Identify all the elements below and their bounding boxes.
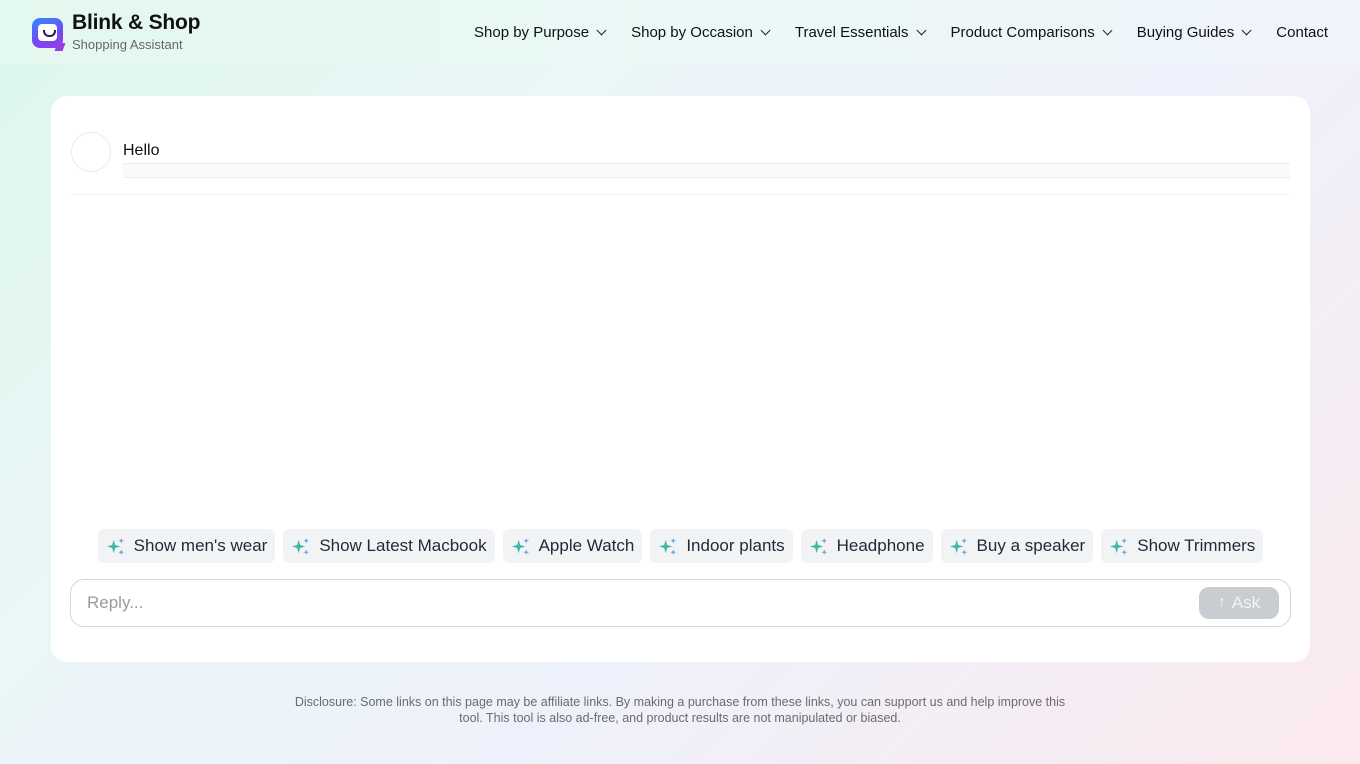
nav-contact[interactable]: Contact (1276, 24, 1328, 41)
sparkles-icon (809, 537, 827, 555)
nav-buying-guides[interactable]: Buying Guides (1136, 23, 1252, 41)
chip-label: Headphone (836, 536, 925, 555)
suggestion-chip[interactable]: Show Trimmers (1101, 529, 1264, 563)
chip-label: Indoor plants (686, 536, 785, 555)
chevron-down-icon (916, 25, 926, 35)
suggestion-chip[interactable]: Apple Watch (502, 529, 643, 563)
message-text: Hello (123, 142, 160, 159)
nav-product-comparisons[interactable]: Product Comparisons (950, 23, 1113, 41)
sparkles-icon (949, 537, 967, 555)
brand-title: Blink & Shop (72, 11, 201, 34)
sparkles-icon (511, 537, 529, 555)
suggestion-chips: Show men's wear Show Latest Macbook Appl… (51, 529, 1310, 563)
suggestion-chip[interactable]: Show men's wear (97, 529, 276, 563)
chevron-down-icon (1241, 25, 1252, 35)
chip-label: Show men's wear (133, 536, 268, 555)
reply-input[interactable] (87, 593, 1199, 613)
suggestion-chip[interactable]: Show Latest Macbook (283, 529, 495, 563)
suggestion-chip[interactable]: Buy a speaker (940, 529, 1094, 563)
nav-label: Contact (1276, 23, 1328, 41)
brand[interactable]: Blink & Shop Shopping Assistant (32, 11, 200, 53)
nav-label: Travel Essentials (794, 23, 909, 41)
logo-icon (32, 18, 66, 51)
message-placeholder-bar (123, 163, 1290, 178)
nav-shop-by-purpose[interactable]: Shop by Purpose (474, 23, 607, 41)
chat-card: Hello Show men's wear Show Latest Macboo… (51, 96, 1310, 662)
chevron-down-icon (1102, 25, 1113, 35)
ask-button[interactable]: ↑ Ask (1199, 587, 1279, 619)
nav-label: Shop by Occasion (631, 23, 753, 41)
nav-label: Shop by Purpose (474, 23, 590, 41)
chevron-down-icon (760, 25, 771, 35)
suggestion-chip[interactable]: Indoor plants (650, 529, 793, 563)
sparkles-icon (106, 537, 124, 555)
main-nav: Shop by Purpose Shop by Occasion Travel … (474, 24, 1328, 41)
ask-label: Ask (1231, 593, 1261, 612)
sparkles-icon (659, 537, 677, 555)
arrow-up-icon: ↑ (1217, 594, 1226, 611)
brand-subtitle: Shopping Assistant (72, 37, 183, 52)
avatar (71, 132, 111, 172)
chip-label: Buy a speaker (976, 536, 1086, 555)
suggestion-chip[interactable]: Headphone (800, 529, 933, 563)
divider (71, 194, 1290, 195)
reply-box: ↑ Ask (70, 579, 1291, 627)
nav-travel-essentials[interactable]: Travel Essentials (794, 23, 926, 41)
chip-label: Apple Watch (538, 536, 635, 555)
nav-label: Buying Guides (1136, 23, 1235, 41)
chip-label: Show Latest Macbook (319, 536, 487, 555)
sparkles-icon (1110, 537, 1128, 555)
sparkles-icon (292, 537, 310, 555)
affiliate-disclosure: Disclosure: Some links on this page may … (294, 695, 1066, 725)
chevron-down-icon (596, 25, 607, 35)
nav-label: Product Comparisons (950, 23, 1095, 41)
site-header: Blink & Shop Shopping Assistant Shop by … (0, 0, 1360, 64)
nav-shop-by-occasion[interactable]: Shop by Occasion (631, 23, 771, 41)
chip-label: Show Trimmers (1137, 536, 1256, 555)
